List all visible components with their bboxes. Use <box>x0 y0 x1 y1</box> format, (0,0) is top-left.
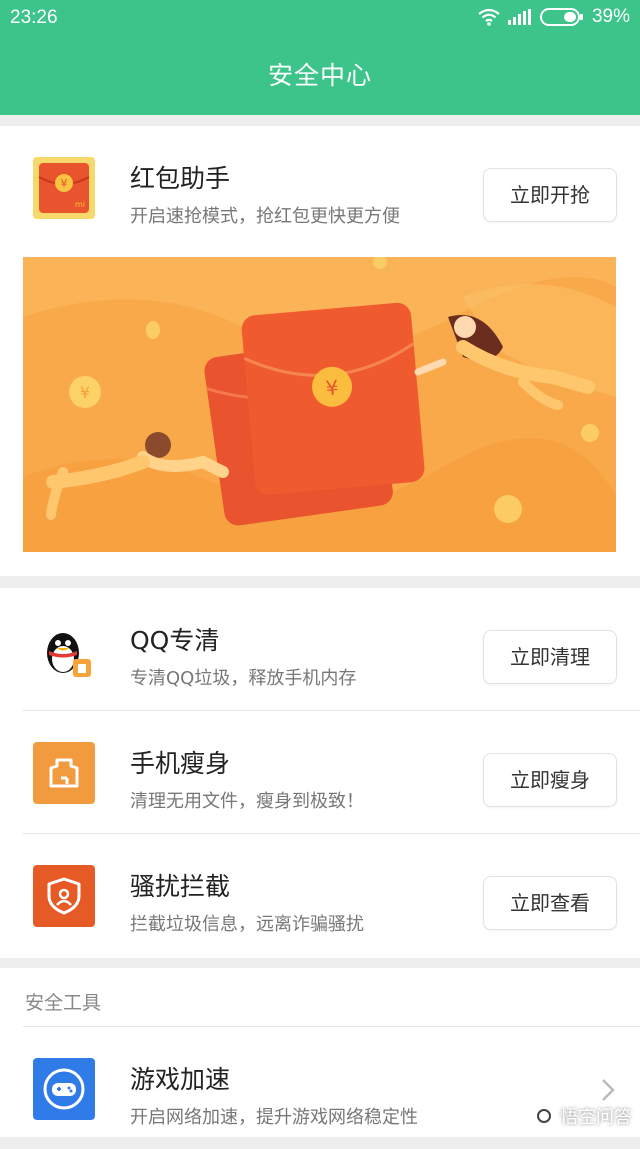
row-subtitle: 清理无用文件，瘦身到极致！ <box>130 791 364 812</box>
title-bar: 安全中心 <box>0 38 640 115</box>
status-time: 23:26 <box>10 7 58 28</box>
slim-now-button[interactable]: 立即瘦身 <box>483 753 617 807</box>
red-packet-banner[interactable]: ¥ ¥ <box>23 257 616 552</box>
cleanup-card: QQ专清 专清QQ垃圾，释放手机内存 立即清理 手机瘦身 清理无用文件，瘦身到极… <box>0 588 640 958</box>
phone-slim-row[interactable]: 手机瘦身 清理无用文件，瘦身到极致！ 立即瘦身 <box>0 711 640 833</box>
svg-text:¥: ¥ <box>61 177 68 190</box>
row-title: 游戏加速 <box>130 1065 231 1094</box>
qq-penguin-icon <box>33 619 95 681</box>
grab-now-button[interactable]: 立即开抢 <box>483 168 617 222</box>
row-title: 红包助手 <box>130 164 231 193</box>
block-harass-row[interactable]: 骚扰拦截 拦截垃圾信息，远离诈骗骚扰 立即查看 <box>0 834 640 956</box>
watermark-text: 悟空问答 <box>560 1107 632 1128</box>
row-title: 手机瘦身 <box>130 749 231 778</box>
chevron-right-icon <box>602 1079 615 1101</box>
section-label: 安全工具 <box>25 992 102 1014</box>
battery-percent: 39% <box>591 6 630 27</box>
status-icons: 39% <box>478 6 630 28</box>
status-bar: 23:26 39% <box>0 0 640 38</box>
row-subtitle: 拦截垃圾信息，远离诈骗骚扰 <box>130 914 364 935</box>
row-subtitle: 开启网络加速，提升游戏网络稳定性 <box>130 1107 418 1128</box>
clean-now-button[interactable]: 立即清理 <box>483 630 617 684</box>
shield-icon <box>33 865 95 927</box>
broom-icon <box>33 742 95 804</box>
watermark-logo-icon <box>532 1104 556 1128</box>
red-envelope-icon-text: mi <box>75 200 85 209</box>
battery-icon <box>539 8 583 26</box>
red-envelope-icon: ¥ mi <box>33 157 95 219</box>
signal-icon <box>507 9 531 25</box>
svg-text:¥: ¥ <box>80 383 90 402</box>
page-title: 安全中心 <box>267 61 372 90</box>
game-boost-row[interactable]: 游戏加速 开启网络加速，提升游戏网络稳定性 <box>0 1027 640 1149</box>
row-subtitle: 专清QQ垃圾，释放手机内存 <box>130 668 357 689</box>
qq-clean-row[interactable]: QQ专清 专清QQ垃圾，释放手机内存 立即清理 <box>0 588 640 710</box>
wifi-icon <box>478 8 500 26</box>
row-title: QQ专清 <box>130 626 220 655</box>
row-subtitle: 开启速抢模式，抢红包更快更方便 <box>130 206 400 227</box>
gamepad-icon <box>33 1058 95 1120</box>
watermark: 悟空问答 <box>532 1103 632 1129</box>
view-now-button[interactable]: 立即查看 <box>483 876 617 930</box>
row-title: 骚扰拦截 <box>130 872 231 901</box>
red-packet-row[interactable]: ¥ mi 红包助手 开启速抢模式，抢红包更快更方便 立即开抢 <box>0 126 640 248</box>
svg-text:¥: ¥ <box>325 375 340 400</box>
